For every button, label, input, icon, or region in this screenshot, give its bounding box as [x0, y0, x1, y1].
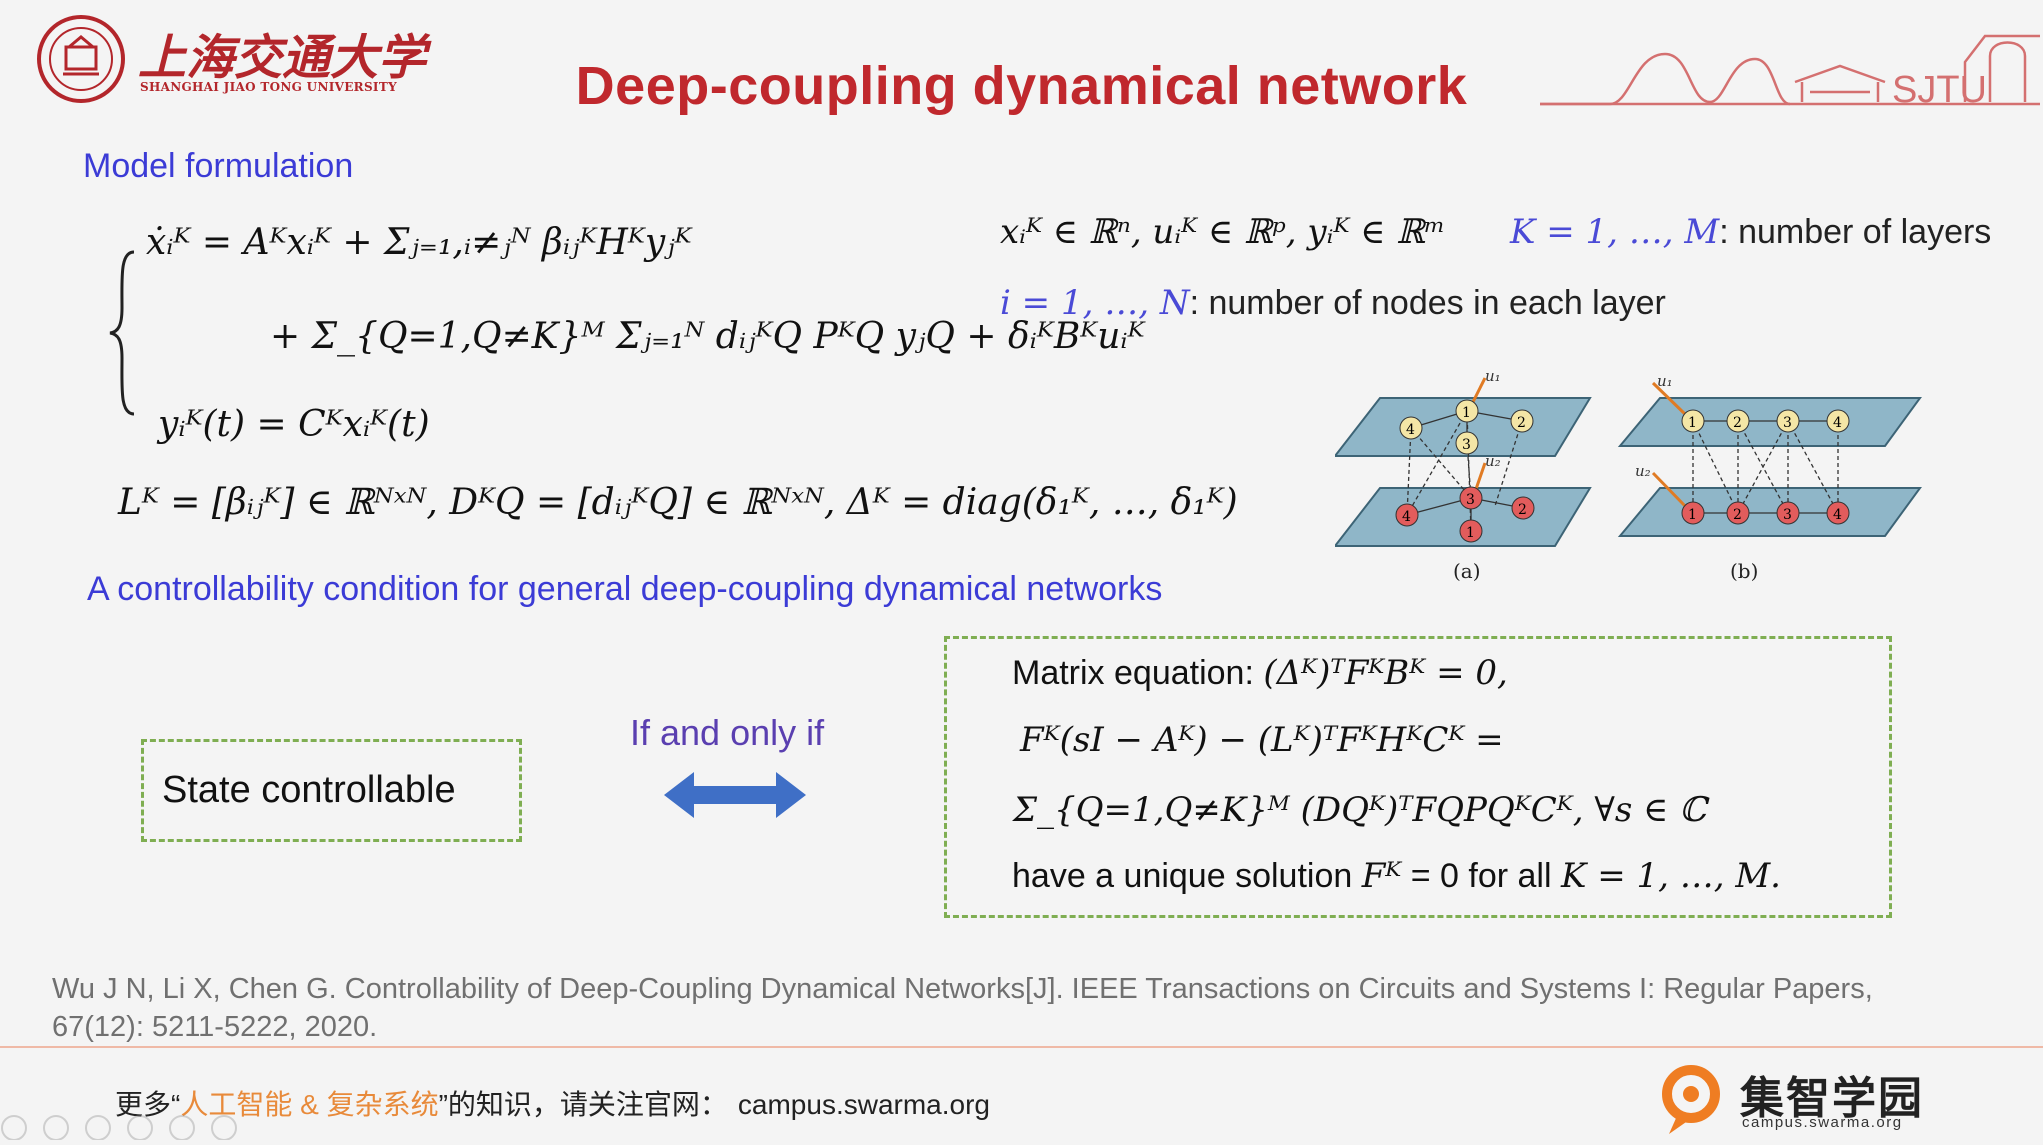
play-icon — [43, 1115, 69, 1141]
node-b-bottom: 1 — [1688, 507, 1697, 523]
reference-line-1: Wu J N, Li X, Chen G. Controllability of… — [52, 973, 1873, 1005]
node-a-top: 4 — [1406, 422, 1415, 438]
layer-count-definition: K = 1, …, M: number of layers — [1510, 212, 1991, 252]
svg-text:SJTU: SJTU — [1892, 69, 1987, 111]
reference-line-2: 67(12): 5211-5222, 2020. — [52, 1011, 378, 1043]
campus-skyline: SJTU — [1540, 24, 2043, 114]
figure-caption-a: (a) — [1453, 559, 1481, 583]
double-arrow — [664, 770, 806, 825]
matrix-line-4: have a unique solution Fᴷ = 0 for all K … — [1012, 856, 1781, 896]
state-controllable-box: State controllable — [141, 739, 522, 842]
node-a-top: 3 — [1462, 437, 1471, 453]
k-desc: : number of layers — [1719, 213, 1992, 251]
section-heading-condition: A controllability condition for general … — [87, 570, 1163, 608]
matrix-line-3: Σ_{Q=1,Q≠K}ᴹ (DQᴷ)ᵀFQPQᴷCᴷ, ∀s ∈ ℂ — [1013, 790, 1707, 830]
equation-output-text: yᵢᴷ(t) = Cᴷxᵢᴷ(t) — [158, 404, 430, 445]
dimension-definitions: xᵢᴷ ∈ ℝⁿ, uᵢᴷ ∈ ℝᵖ, yᵢᴷ ∈ ℝᵐ — [1000, 212, 1445, 252]
more-icon — [211, 1115, 237, 1141]
node-a-bottom: 2 — [1518, 502, 1527, 518]
node-b-top: 4 — [1833, 415, 1842, 431]
player-controls — [0, 1112, 290, 1141]
line4-var: Fᴷ — [1361, 856, 1402, 896]
brand-url: campus.swarma.org — [1742, 1114, 1903, 1131]
figure-caption-b: (b) — [1730, 559, 1758, 583]
node-a-top: 1 — [1462, 405, 1471, 421]
line4-mid: = 0 for all — [1401, 857, 1561, 895]
system-brace — [108, 248, 138, 423]
swarma-logo-icon — [1662, 1065, 1720, 1134]
double-arrow-icon — [664, 772, 806, 818]
input-label-u2-a: u₂ — [1485, 452, 1501, 470]
equation-matrices-text: Lᴷ = [βᵢⱼᴷ] ∈ ℝᴺˣᴺ, DᴷQ = [dᵢⱼᴷQ] ∈ ℝᴺˣᴺ… — [118, 482, 1238, 523]
zoom-icon — [169, 1115, 195, 1141]
matrix-label: Matrix equation: — [1012, 654, 1264, 692]
state-controllable-label: State controllable — [162, 769, 456, 811]
node-b-bottom: 2 — [1733, 507, 1742, 523]
node-a-top: 2 — [1517, 415, 1526, 431]
line4-range: K = 1, …, M. — [1561, 856, 1781, 896]
node-b-top: 1 — [1688, 415, 1697, 431]
iff-label: If and only if — [630, 712, 825, 753]
footer-divider — [0, 1046, 2043, 1048]
matrix-line-1-eq: (Δᴷ)ᵀFᴷBᴷ = 0, — [1263, 653, 1508, 693]
i-range: i = 1, …, N — [1000, 283, 1190, 323]
reference-citation: Wu J N, Li X, Chen G. Controllability of… — [52, 970, 2032, 1046]
matrix-line-2: Fᴷ(sI − Aᴷ) − (Lᴷ)ᵀFᴷHᴷCᴷ = — [1020, 720, 1504, 760]
footer-suffix: ”的知识，请关注官网： — [438, 1089, 728, 1120]
equation-state: ẋᵢᴷ = Aᴷxᵢᴷ + Σⱼ₌₁,ᵢ≠ⱼᴺ βᵢⱼᴷHᴷyⱼᴷ — [146, 222, 692, 263]
node-b-top: 2 — [1733, 415, 1742, 431]
input-label-u1-a: u₁ — [1485, 368, 1501, 385]
i-desc: : number of nodes in each layer — [1189, 284, 1666, 322]
matrix-equation-box: Matrix equation: (Δᴷ)ᵀFᴷBᴷ = 0, Fᴷ(sI − … — [944, 636, 1892, 918]
pen-icon — [85, 1115, 111, 1141]
network-figure: u₁ u₂ 4 1 2 3 4 3 2 1 (a) u₁ u₂ 1 2 3 4 … — [1332, 367, 1925, 588]
menu-icon — [127, 1115, 153, 1141]
node-a-bottom: 1 — [1466, 525, 1475, 541]
footer-url-link[interactable]: campus.swarma.org — [738, 1089, 990, 1120]
input-label-u2-b: u₂ — [1635, 462, 1651, 480]
equation-output: yᵢᴷ(t) = Cᴷxᵢᴷ(t) — [158, 404, 430, 445]
section-heading-model: Model formulation — [83, 147, 354, 185]
figure-a: u₁ u₂ 4 1 2 3 4 3 2 1 (a) — [1332, 367, 1592, 583]
line4-prefix: have a unique solution — [1012, 857, 1362, 895]
equation-state-text: ẋᵢᴷ = Aᴷxᵢᴷ + Σⱼ₌₁,ᵢ≠ⱼᴺ βᵢⱼᴷHᴷyⱼᴷ — [146, 222, 692, 263]
node-b-top: 3 — [1783, 415, 1792, 431]
input-label-u1-b: u₁ — [1657, 372, 1673, 390]
node-count-definition: i = 1, …, N: number of nodes in each lay… — [1000, 283, 1666, 323]
swarma-logo — [1655, 1060, 1733, 1138]
node-a-bottom: 4 — [1402, 509, 1411, 525]
k-range: K = 1, …, M — [1510, 212, 1720, 252]
matrix-line-1: Matrix equation: (Δᴷ)ᵀFᴷBᴷ = 0, — [1012, 653, 1508, 693]
node-b-bottom: 3 — [1783, 507, 1792, 523]
figure-b: u₁ u₂ 1 2 3 4 1 2 3 4 (b) — [1617, 372, 1922, 583]
dims-text: xᵢᴷ ∈ ℝⁿ, uᵢᴷ ∈ ℝᵖ, yᵢᴷ ∈ ℝᵐ — [1000, 212, 1446, 252]
node-b-bottom: 4 — [1833, 507, 1842, 523]
equation-matrices: Lᴷ = [βᵢⱼᴷ] ∈ ℝᴺˣᴺ, DᴷQ = [dᵢⱼᴷQ] ∈ ℝᴺˣᴺ… — [118, 482, 1238, 523]
node-a-bottom: 3 — [1466, 492, 1475, 508]
campus-skyline-icon: SJTU — [1540, 34, 2043, 111]
prev-icon — [1, 1115, 27, 1141]
